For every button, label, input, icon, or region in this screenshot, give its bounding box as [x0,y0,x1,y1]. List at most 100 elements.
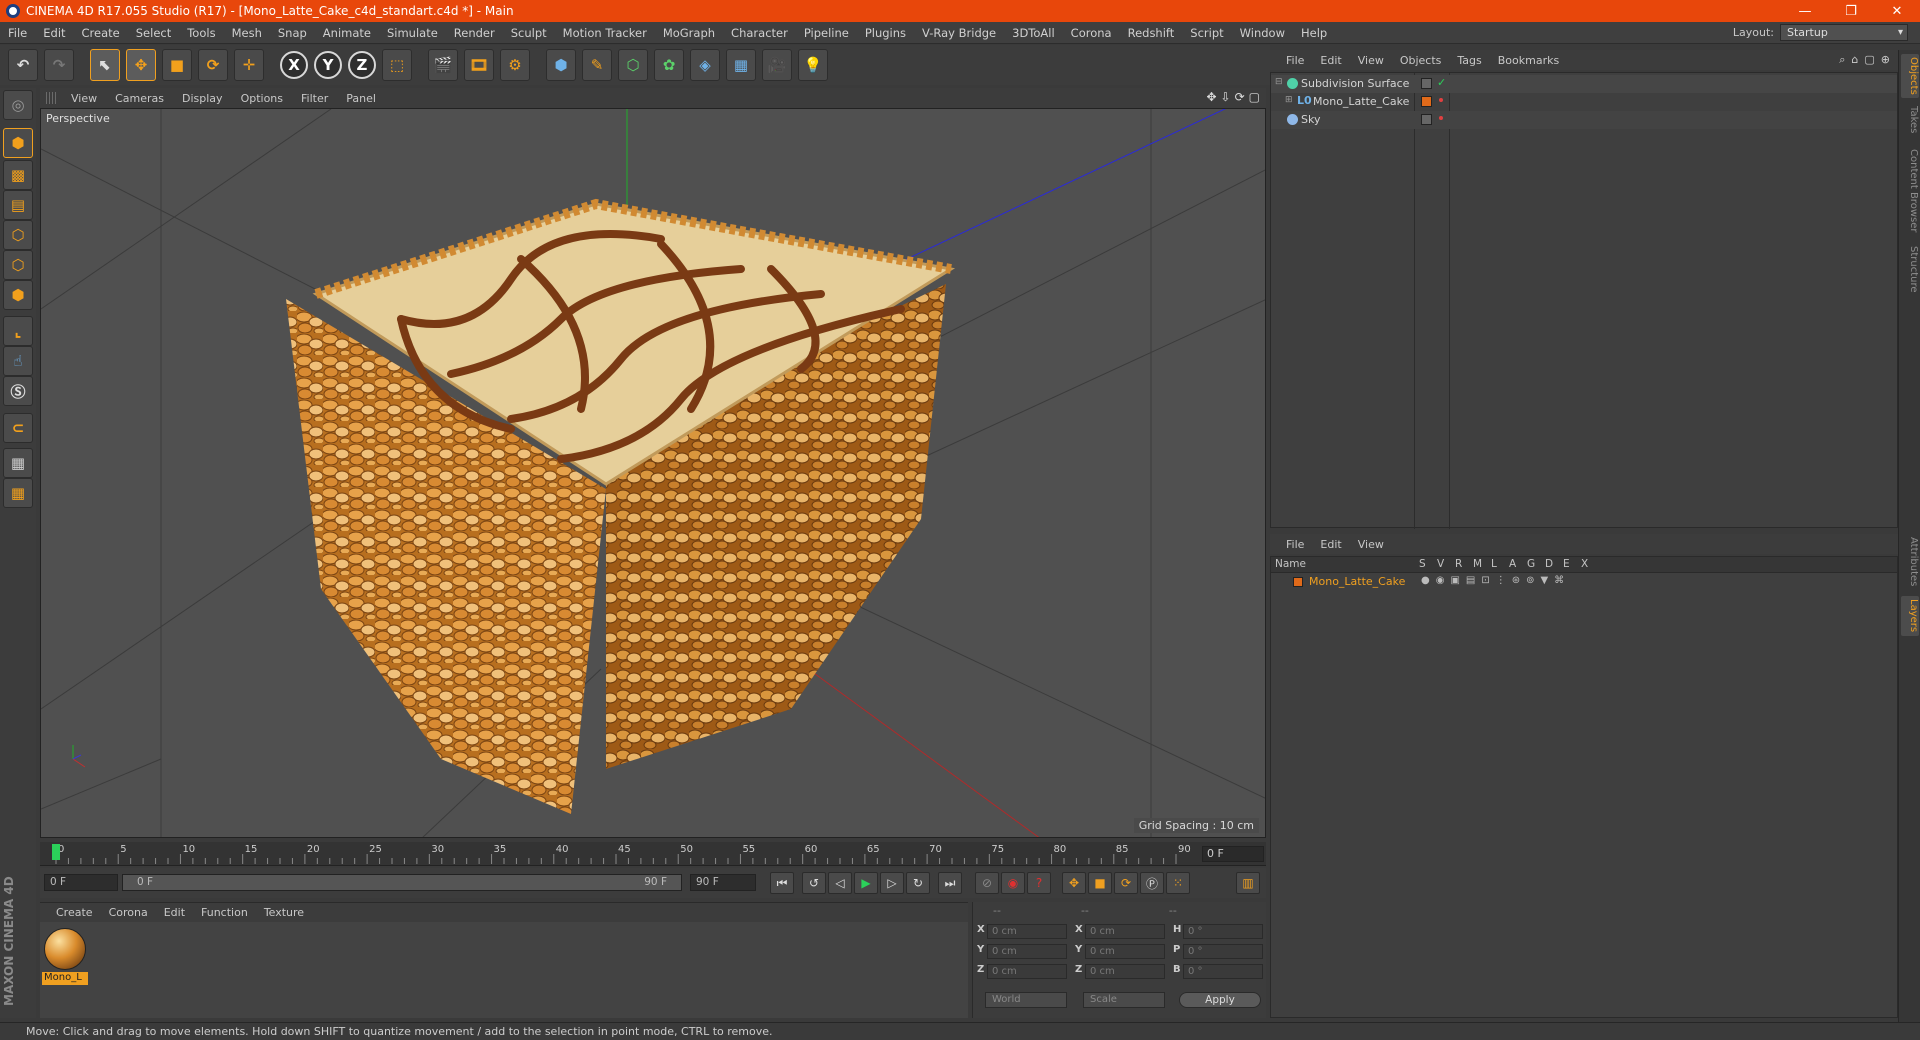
axis-mode-icon[interactable]: ⌞ [3,316,33,346]
menu-sculpt[interactable]: Sculpt [503,22,555,44]
cube-primitive-icon[interactable]: ⬢ [546,49,576,81]
lm-menu-view[interactable]: View [1350,538,1392,551]
layer-name[interactable]: Mono_Latte_Cake [1309,575,1405,588]
menu-character[interactable]: Character [723,22,796,44]
texture-mode-icon[interactable]: ▩ [3,160,33,190]
next-key-icon[interactable]: ↻ [906,872,930,894]
deformer-icon[interactable]: ◈ [690,49,720,81]
size-z-field[interactable]: 0 cm [1085,964,1165,979]
layer-col-name[interactable]: Name [1275,558,1306,570]
key-parameter-icon[interactable]: Ⓟ [1140,872,1164,894]
model-mode-icon[interactable]: ⬢ [3,128,33,158]
menu-plugins[interactable]: Plugins [857,22,914,44]
viewport-menu-view[interactable]: View [62,92,106,105]
layer-col-a[interactable]: A [1509,558,1516,570]
enabled-check-icon[interactable]: ✓ [1437,76,1446,89]
tab-structure[interactable]: Structure [1901,244,1919,294]
y-axis-lock-button[interactable]: Y [314,51,342,79]
mograph-cloner-icon[interactable]: ✿ [654,49,684,81]
menu-script[interactable]: Script [1182,22,1231,44]
layer-color-icon[interactable] [1421,96,1432,107]
visibility-dot-icon[interactable] [1439,116,1443,120]
light-icon[interactable]: 💡 [798,49,828,81]
lock-workplane-icon[interactable]: ▦ [3,448,33,478]
rotate-view-icon[interactable]: ⟳ [1235,90,1245,104]
menu-pipeline[interactable]: Pipeline [796,22,857,44]
tab-attributes[interactable]: Attributes [1901,534,1919,590]
viewport-menu-filter[interactable]: Filter [292,92,337,105]
object-row-sky[interactable]: Sky [1271,111,1897,129]
scale-tool-icon[interactable]: ■ [162,49,192,81]
render-view-icon[interactable]: 🎬 [428,49,458,81]
timeline-playhead[interactable] [52,844,60,860]
om-menu-objects[interactable]: Objects [1392,54,1450,67]
menu-mograph[interactable]: MoGraph [655,22,723,44]
material-preview-ball[interactable] [44,928,86,970]
menu-3dtoall[interactable]: 3DToAll [1004,22,1063,44]
layer-col-m[interactable]: M [1473,558,1482,570]
magnet-icon[interactable]: ⊂ [3,413,33,443]
menu-vray-bridge[interactable]: V-Ray Bridge [914,22,1004,44]
snapping-icon[interactable]: Ⓢ [3,376,33,406]
workplane-mode-icon[interactable]: ▤ [3,190,33,220]
key-pla-icon[interactable]: ⁙ [1166,872,1190,894]
rotate-tool-icon[interactable]: ⟳ [198,49,228,81]
lock-icon[interactable]: ⊕ [1881,53,1890,67]
viewport-menu-cameras[interactable]: Cameras [106,92,173,105]
object-row-mono-latte-cake[interactable]: ⊞ L0 Mono_Latte_Cake [1271,93,1897,111]
menu-window[interactable]: Window [1232,22,1293,44]
toggle-view-icon[interactable]: ▢ [1249,90,1260,104]
viewport-menu-display[interactable]: Display [173,92,232,105]
render-settings-icon[interactable]: ⚙ [500,49,530,81]
layer-col-l[interactable]: L [1491,558,1497,570]
key-position-icon[interactable]: ✥ [1062,872,1086,894]
autokey-icon[interactable]: ◉ [1001,872,1025,894]
play-forward-icon[interactable]: ▶ [854,872,878,894]
position-y-field[interactable]: 0 cm [987,944,1067,959]
material-menu-create[interactable]: Create [40,906,101,919]
tab-objects[interactable]: Objects [1901,54,1919,98]
viewport-menu-panel[interactable]: Panel [337,92,385,105]
menu-edit[interactable]: Edit [35,22,73,44]
coordinate-system-icon[interactable]: ⬚ [382,49,412,81]
key-rotation-icon[interactable]: ⟳ [1114,872,1138,894]
viewport-camera-label[interactable]: Perspective [46,112,110,125]
menu-simulate[interactable]: Simulate [379,22,446,44]
menu-file[interactable]: File [0,22,35,44]
end-frame-field[interactable]: 90 F [690,874,756,891]
position-x-field[interactable]: 0 cm [987,924,1067,939]
tab-layers[interactable]: Layers [1901,596,1919,636]
live-selection-icon[interactable]: ⬉ [90,49,120,81]
collapse-icon[interactable]: ⊟ [1275,77,1283,87]
start-frame-field[interactable]: 0 F [44,874,118,891]
polygons-mode-icon[interactable]: ⬢ [3,280,33,310]
menu-create[interactable]: Create [74,22,128,44]
move-tool-icon[interactable]: ✥ [126,49,156,81]
menu-select[interactable]: Select [128,22,179,44]
timeline-ruler[interactable]: 0 5 10 15 20 25 30 35 40 45 50 55 60 65 70 75 80 85 90 0 F [40,842,1266,866]
material-menu-corona[interactable]: Corona [101,906,156,919]
restore-button[interactable]: ❐ [1828,0,1874,22]
menu-snap[interactable]: Snap [270,22,315,44]
om-menu-file[interactable]: File [1270,54,1312,67]
layer-col-g[interactable]: G [1527,558,1535,570]
tab-takes[interactable]: Takes [1901,104,1919,136]
material-menu-edit[interactable]: Edit [156,906,193,919]
tweak-mode-icon[interactable]: ☝ [3,346,33,376]
z-axis-lock-button[interactable]: Z [348,51,376,79]
menu-help[interactable]: Help [1293,22,1335,44]
viewport-menu-options[interactable]: Options [232,92,292,105]
new-view-icon[interactable]: ▢ [1864,53,1874,67]
layer-col-e[interactable]: E [1563,558,1570,570]
previous-frame-icon[interactable]: ◁ [828,872,852,894]
key-scale-icon[interactable]: ■ [1088,872,1112,894]
menu-corona[interactable]: Corona [1063,22,1120,44]
previous-key-icon[interactable]: ↺ [802,872,826,894]
size-x-field[interactable]: 0 cm [1085,924,1165,939]
menu-tools[interactable]: Tools [179,22,223,44]
rotation-p-field[interactable]: 0 ° [1183,944,1263,959]
record-keys-icon[interactable]: ⊘ [975,872,999,894]
material-menu-function[interactable]: Function [193,906,256,919]
layer-col-x[interactable]: X [1581,558,1588,570]
menu-motion-tracker[interactable]: Motion Tracker [555,22,655,44]
